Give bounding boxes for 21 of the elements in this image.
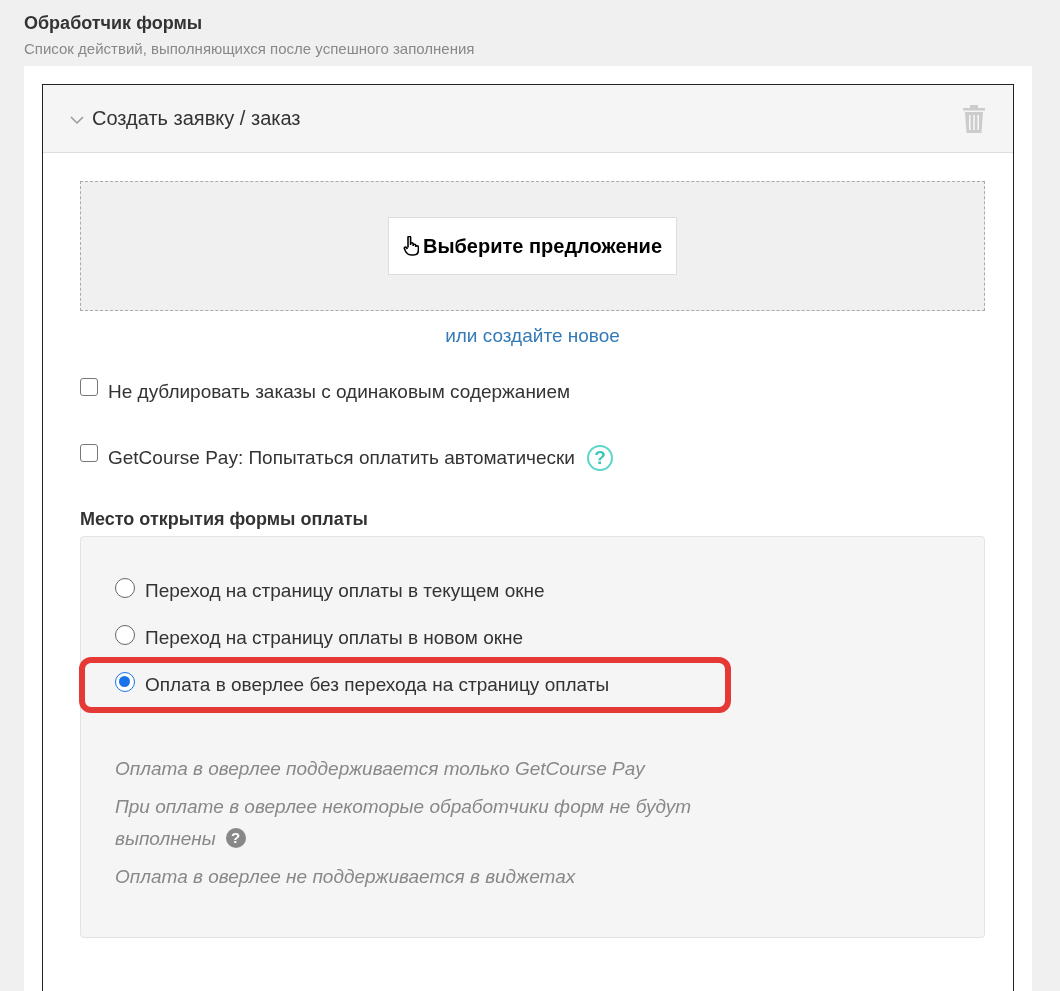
payment-section-title: Место открытия формы оплаты bbox=[80, 509, 369, 530]
radio-button[interactable] bbox=[115, 578, 135, 598]
radio-label[interactable]: Оплата в оверлее без перехода на страницу оплаты bbox=[145, 674, 610, 696]
note-text: При оплате в оверлее некоторые обработчики форм не будут выполнены ? bbox=[115, 795, 693, 851]
note-text: Оплата в оверлее поддерживается только GetCourse Pay bbox=[115, 757, 647, 781]
section-subtitle: Список действий, выполняющихся после успешного заполнения bbox=[24, 40, 476, 58]
chevron-icon[interactable] bbox=[70, 115, 84, 125]
radio-label[interactable]: Переход на страницу оплаты в текущем окне bbox=[145, 580, 545, 602]
create-new-link[interactable]: или создайте новое bbox=[445, 325, 620, 346]
select-offer-button[interactable]: Выберите предложение bbox=[387, 217, 677, 275]
note-text: Оплата в оверлее не поддерживается в виджетах bbox=[115, 865, 577, 889]
section-title: Обработчик формы bbox=[24, 12, 204, 34]
radio-button[interactable] bbox=[115, 672, 135, 692]
help-icon[interactable]: ? bbox=[225, 828, 246, 848]
checkbox-label[interactable]: GetCourse Pay: Попытаться оплатить автоматически bbox=[108, 447, 575, 469]
checkbox[interactable] bbox=[80, 444, 98, 462]
checkbox[interactable] bbox=[80, 378, 98, 396]
checkbox-label[interactable]: Не дублировать заказы с одинаковым содержанием bbox=[108, 381, 571, 403]
radio-button[interactable] bbox=[115, 625, 135, 645]
radio-label[interactable]: Переход на страницу оплаты в новом окне bbox=[145, 627, 524, 649]
pointing-hand-icon bbox=[402, 236, 419, 256]
